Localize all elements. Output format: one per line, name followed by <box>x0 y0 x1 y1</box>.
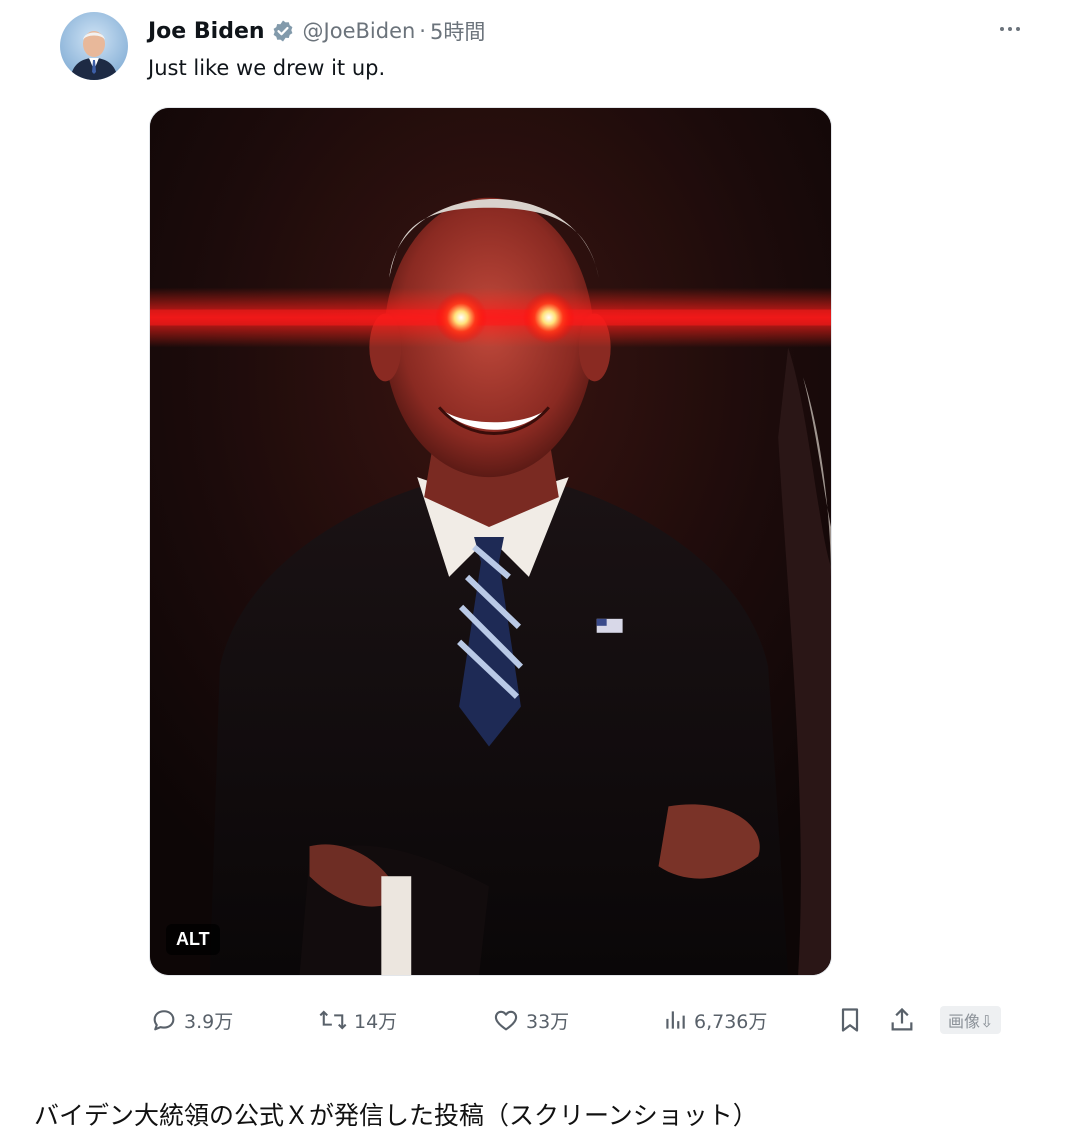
post-time[interactable]: 5時間 <box>430 16 485 46</box>
verified-badge-icon[interactable] <box>271 19 295 43</box>
view-count: 6,736万 <box>694 1010 768 1033</box>
avatar-portrait <box>70 31 118 80</box>
action-bar: 3.9万 14万 33万 6,736万 画像⇩ <box>0 1002 1080 1038</box>
separator-dot: · <box>419 19 426 43</box>
repost-icon <box>319 1010 347 1030</box>
reply-count: 3.9万 <box>184 1010 234 1033</box>
like-count: 33万 <box>526 1010 570 1033</box>
reply-button[interactable]: 3.9万 <box>150 1002 233 1038</box>
share-icon <box>891 1007 913 1031</box>
photo-caption: バイデン大統領の公式Ｘが発信した投稿（スクリーンショット） <box>34 1101 758 1130</box>
user-handle[interactable]: @JoeBiden <box>303 19 416 43</box>
tweet-media-image[interactable]: ALT <box>149 107 832 976</box>
repost-button[interactable]: 14万 <box>318 1002 397 1038</box>
reply-icon <box>153 1010 175 1031</box>
alt-text-badge[interactable]: ALT <box>166 924 220 955</box>
like-button[interactable]: 33万 <box>492 1002 569 1038</box>
share-button[interactable] <box>888 1002 916 1038</box>
display-name[interactable]: Joe Biden <box>148 19 265 44</box>
bookmark-icon <box>841 1008 859 1032</box>
bookmark-button[interactable] <box>836 1002 864 1038</box>
tweet-header: Joe Biden @JoeBiden · 5時間 <box>148 16 485 46</box>
heart-icon <box>494 1010 518 1031</box>
avatar[interactable] <box>60 12 128 80</box>
image-download-button[interactable]: 画像⇩ <box>940 1006 1002 1034</box>
laser-eyes-portrait <box>150 108 831 975</box>
tweet-text: Just like we drew it up. <box>148 56 386 80</box>
more-options-icon[interactable] <box>990 16 1030 42</box>
repost-count: 14万 <box>354 1010 398 1033</box>
views-button[interactable]: 6,736万 <box>662 1002 767 1038</box>
views-icon <box>666 1011 685 1029</box>
